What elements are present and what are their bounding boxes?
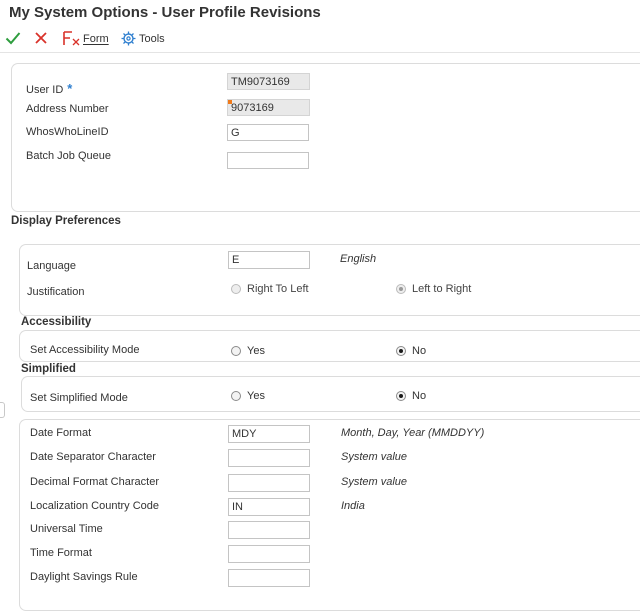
date-separator-description: System value — [341, 451, 408, 463]
display-preferences-heading: Display Preferences — [11, 215, 121, 227]
simplified-heading: Simplified — [21, 363, 76, 375]
required-asterisk-icon: * — [67, 81, 73, 96]
display-preferences-panel — [19, 244, 640, 316]
radio-selected-icon — [396, 391, 406, 401]
date-format-label: Date Format — [30, 427, 92, 439]
address-number-value: 9073169 — [231, 102, 274, 114]
accessibility-yes-radio[interactable]: Yes — [231, 345, 265, 357]
radio-circle-icon — [231, 346, 241, 356]
accessibility-heading: Accessibility — [21, 316, 92, 328]
side-collapse-handle[interactable] — [0, 402, 5, 418]
batch-queue-label: Batch Job Queue — [26, 150, 112, 162]
whoswho-label: WhosWhoLineID — [26, 126, 109, 138]
country-code-label: Localization Country Code — [30, 500, 160, 512]
address-number-field: 9073169 — [227, 99, 310, 116]
simplified-no-radio[interactable]: No — [396, 390, 426, 402]
toolbar-divider — [0, 52, 640, 53]
language-field[interactable]: E — [228, 251, 310, 269]
radio-circle-icon — [231, 391, 241, 401]
language-label: Language — [27, 260, 76, 272]
time-format-label: Time Format — [30, 547, 92, 559]
address-number-label: Address Number — [26, 103, 109, 115]
checkmark-icon — [5, 32, 21, 45]
justification-label: Justification — [27, 286, 85, 298]
universal-time-label: Universal Time — [30, 523, 103, 535]
user-id-field: TM9073169 — [227, 73, 310, 90]
ok-button[interactable] — [5, 31, 21, 45]
decimal-format-description: System value — [341, 476, 408, 488]
decimal-format-field[interactable] — [228, 474, 310, 492]
gear-icon — [121, 31, 136, 46]
country-code-field[interactable]: IN — [228, 498, 310, 516]
radio-circle-icon — [231, 284, 241, 294]
radio-selected-icon — [396, 346, 406, 356]
justification-left-to-right-radio[interactable]: Left to Right — [396, 283, 471, 295]
change-indicator-icon — [228, 100, 232, 104]
radio-selected-icon — [396, 284, 406, 294]
date-format-field[interactable]: MDY — [228, 425, 310, 443]
page-title: My System Options - User Profile Revisio… — [9, 4, 321, 21]
date-separator-field[interactable] — [228, 449, 310, 467]
form-icon — [63, 31, 80, 46]
form-menu-label: Form — [83, 32, 109, 45]
daylight-savings-field[interactable] — [228, 569, 310, 587]
country-code-description: India — [341, 500, 365, 512]
daylight-savings-label: Daylight Savings Rule — [30, 571, 138, 583]
date-separator-label: Date Separator Character — [30, 451, 156, 463]
time-format-field[interactable] — [228, 545, 310, 563]
cancel-button[interactable] — [34, 31, 48, 45]
decimal-format-label: Decimal Format Character — [30, 476, 159, 488]
accessibility-no-radio[interactable]: No — [396, 345, 426, 357]
justification-right-to-left-radio[interactable]: Right To Left — [231, 283, 309, 295]
user-id-label: User ID * — [26, 81, 73, 96]
simplified-yes-radio[interactable]: Yes — [231, 390, 265, 402]
language-description: English — [340, 253, 377, 265]
universal-time-field[interactable] — [228, 521, 310, 539]
form-menu[interactable]: Form — [62, 31, 109, 46]
tools-menu-label: Tools — [139, 32, 165, 45]
batch-queue-field[interactable] — [227, 152, 309, 169]
accessibility-mode-label: Set Accessibility Mode — [30, 344, 140, 356]
simplified-mode-label: Set Simplified Mode — [30, 392, 128, 404]
tools-menu[interactable]: Tools — [121, 31, 165, 46]
date-format-description: Month, Day, Year (MMDDYY) — [341, 427, 485, 439]
whoswho-field[interactable]: G — [227, 124, 309, 141]
close-icon — [35, 32, 47, 44]
